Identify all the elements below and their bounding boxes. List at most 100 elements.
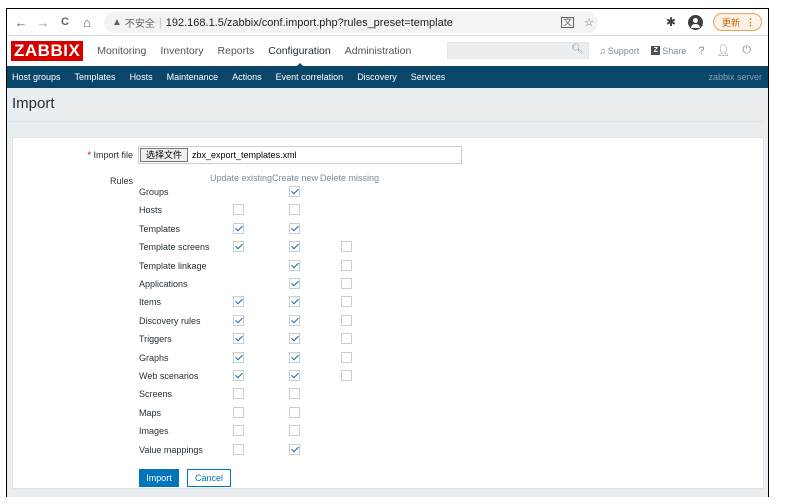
rule-row: Value mappings (139, 442, 389, 460)
submenu-maintenance[interactable]: Maintenance (167, 72, 219, 82)
browser-window: ← → C ⌂ ▲ 不安全 | 192.168.1.5/zabbix/conf.… (6, 8, 769, 497)
submenu-services[interactable]: Services (411, 72, 446, 82)
rule-delete-checkbox[interactable] (341, 278, 352, 289)
menu-configuration[interactable]: Configuration (268, 45, 331, 68)
rule-create-checkbox[interactable] (289, 333, 300, 345)
rule-update-checkbox[interactable] (233, 296, 244, 308)
rule-create-checkbox[interactable] (289, 443, 300, 455)
rule-create-checkbox[interactable] (289, 425, 300, 437)
share-link[interactable]: Z Share (651, 46, 686, 56)
rule-update-checkbox[interactable] (233, 388, 244, 400)
column-delete-missing: Delete missing (320, 173, 380, 183)
zabbix-logo[interactable]: ZABBIX (11, 41, 84, 61)
rule-delete-checkbox[interactable] (341, 241, 352, 253)
address-bar[interactable]: ▲ 不安全 | 192.168.1.5/zabbix/conf.import.p… (104, 12, 598, 33)
rule-delete-checkbox[interactable] (341, 296, 352, 308)
rule-row: Groups (139, 184, 389, 202)
rule-update-checkbox[interactable] (233, 425, 244, 437)
rule-update-checkbox[interactable] (233, 406, 244, 418)
user-profile-icon[interactable]: 👤︎ (716, 44, 730, 57)
rule-create-checkbox[interactable] (289, 204, 300, 216)
rule-name: Screens (139, 389, 173, 400)
rule-name: Maps (139, 407, 162, 418)
bookmark-star-icon[interactable]: ☆ (584, 16, 594, 29)
browser-toolbar: ← → C ⌂ ▲ 不安全 | 192.168.1.5/zabbix/conf.… (7, 9, 768, 36)
rule-update-checkbox[interactable] (233, 222, 244, 234)
rule-delete-checkbox[interactable] (341, 333, 352, 345)
rule-row: Maps (139, 405, 389, 423)
rule-create-checkbox[interactable] (289, 241, 300, 253)
rule-row: Applications (139, 276, 389, 294)
rule-update-checkbox[interactable] (233, 314, 244, 326)
menu-administration[interactable]: Administration (345, 45, 412, 57)
rule-name: Images (139, 426, 169, 437)
menu-reports[interactable]: Reports (218, 45, 255, 57)
rule-delete-checkbox[interactable] (341, 370, 352, 381)
column-update-existing: Update existing (210, 173, 273, 183)
search-input[interactable]: 🔍︎ (447, 42, 589, 59)
rule-create-checkbox[interactable] (289, 259, 300, 271)
rule-name: Template linkage (139, 260, 207, 271)
translate-icon[interactable]: 文 (561, 17, 575, 28)
submenu-discovery[interactable]: Discovery (357, 72, 397, 82)
forward-icon[interactable]: → (35, 14, 51, 30)
share-icon: Z (651, 46, 661, 55)
home-icon[interactable]: ⌂ (79, 14, 95, 30)
rule-delete-checkbox[interactable] (341, 259, 352, 271)
rule-delete-checkbox[interactable] (341, 314, 352, 326)
import-file-input[interactable]: 选择文件 zbx_export_templates.xml (138, 146, 462, 164)
cancel-button[interactable]: Cancel (187, 469, 231, 487)
menu-inventory[interactable]: Inventory (160, 45, 203, 57)
update-label: 更新 (721, 17, 740, 28)
profile-avatar-icon[interactable] (687, 14, 703, 30)
extensions-icon[interactable]: ✱ (664, 15, 678, 29)
insecure-label[interactable]: 不安全 (125, 15, 155, 30)
rule-update-checkbox[interactable] (233, 241, 244, 253)
rule-update-checkbox[interactable] (233, 351, 244, 363)
rule-create-checkbox[interactable] (289, 278, 300, 289)
rules-label: Rules (109, 176, 133, 186)
rule-update-checkbox[interactable] (233, 443, 244, 455)
choose-file-button[interactable]: 选择文件 (140, 148, 189, 162)
menu-monitoring[interactable]: Monitoring (97, 45, 146, 57)
update-button[interactable]: 更新 ⋮ (712, 13, 762, 31)
submenu-actions[interactable]: Actions (232, 72, 262, 82)
rule-create-checkbox[interactable] (289, 222, 300, 234)
rule-row: Items (139, 294, 389, 312)
rule-create-checkbox[interactable] (289, 351, 300, 363)
reload-icon[interactable]: C (57, 14, 73, 30)
rule-name: Items (139, 297, 162, 308)
column-create-new: Create new (272, 173, 319, 183)
rule-create-checkbox[interactable] (289, 314, 300, 326)
submenu-templates[interactable]: Templates (75, 72, 116, 82)
rule-update-checkbox[interactable] (233, 370, 244, 381)
rule-name: Value mappings (139, 444, 203, 455)
rule-create-checkbox[interactable] (289, 388, 300, 400)
rule-row: Template screens (139, 239, 389, 257)
submenu-event-correlation[interactable]: Event correlation (276, 72, 344, 82)
rule-create-checkbox[interactable] (289, 296, 300, 308)
support-label: Support (607, 45, 640, 56)
rule-name: Triggers (139, 334, 172, 345)
submenu-host-groups[interactable]: Host groups (12, 72, 61, 82)
back-icon[interactable]: ← (13, 14, 29, 30)
rule-name: Template screens (139, 242, 210, 253)
rule-name: Templates (139, 223, 181, 234)
search-icon[interactable]: 🔍︎ (571, 44, 584, 55)
rule-name: Discovery rules (139, 315, 201, 326)
rule-update-checkbox[interactable] (233, 204, 244, 216)
rule-update-checkbox[interactable] (233, 333, 244, 345)
help-icon[interactable]: ? (698, 45, 704, 57)
rule-create-checkbox[interactable] (289, 406, 300, 418)
rule-create-checkbox[interactable] (289, 186, 300, 197)
sign-out-icon[interactable]: ⏻ (742, 44, 751, 57)
rule-row: Hosts (139, 202, 389, 220)
support-link[interactable]: ♫ Support (599, 46, 639, 56)
submenu-hosts[interactable]: Hosts (130, 72, 153, 82)
rule-delete-checkbox[interactable] (341, 351, 352, 363)
sub-menu: Host groups Templates Hosts Maintenance … (7, 66, 768, 88)
import-button[interactable]: Import (139, 469, 179, 487)
separator: | (158, 16, 162, 29)
rule-create-checkbox[interactable] (289, 370, 300, 381)
url-text[interactable]: 192.168.1.5/zabbix/conf.import.php?rules… (166, 17, 453, 29)
